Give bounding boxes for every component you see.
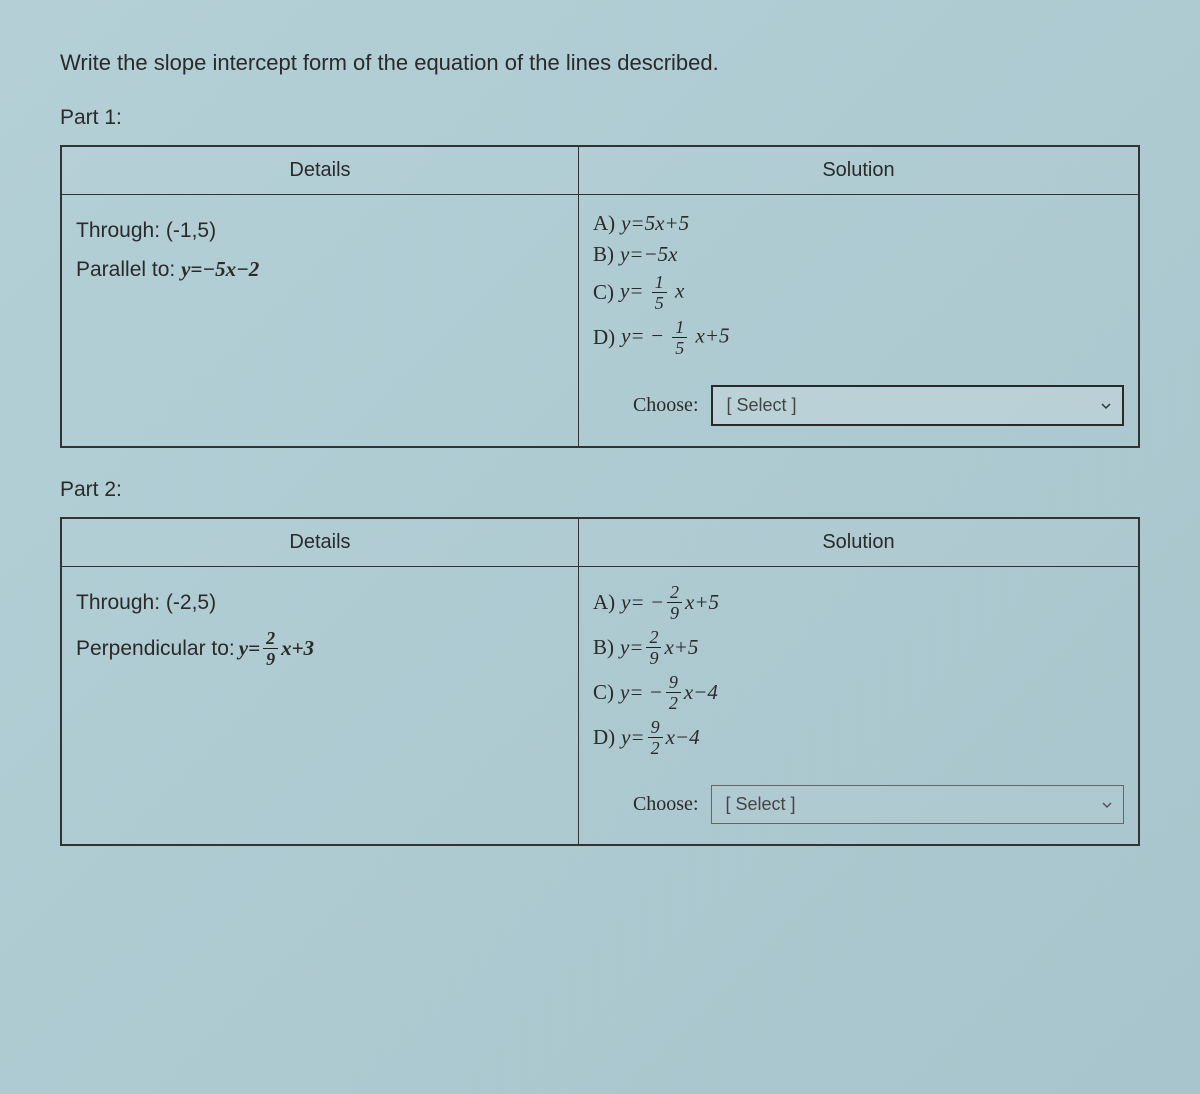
part2-answer-select[interactable]: [ Select ] — [711, 785, 1125, 824]
part2-opt-a-prefix: y= − — [621, 590, 664, 615]
part2-details-cell: Through: (-2,5) Perpendicular to: y= 29 … — [61, 567, 578, 846]
part1-option-c: C) y= 15 x — [593, 273, 1124, 312]
part1-relation-eq-rest: −5x−2 — [202, 257, 259, 281]
part1-opt-d-den: 5 — [672, 338, 687, 357]
part2-opt-c-num: 9 — [666, 673, 681, 693]
chevron-down-icon — [1100, 400, 1112, 412]
part1-dropdown-text: [ Select ] — [727, 395, 797, 415]
part2-opt-d-num: 9 — [648, 718, 663, 738]
fraction-icon: 29 — [646, 628, 661, 667]
part2-opt-b-prefix: y= — [620, 635, 644, 660]
part1-through-point: (-1,5) — [166, 219, 216, 242]
part1-opt-d-prefix: y= − — [621, 323, 664, 347]
part1-opt-c-after: x — [675, 278, 684, 302]
part1-through-label: Through: — [76, 219, 160, 242]
part2-choose-label: Choose: — [633, 793, 699, 816]
part1-details-cell: Through: (-1,5) Parallel to: y=−5x−2 — [61, 195, 578, 448]
part2-opt-a-num: 2 — [667, 583, 682, 603]
part2-opt-d-den: 2 — [648, 738, 663, 757]
part2-opt-a-after: x+5 — [685, 590, 719, 615]
part2-opt-d-after: x−4 — [666, 725, 700, 750]
part2-table: Details Solution Through: (-2,5) Perpend… — [60, 517, 1140, 846]
part2-option-c-label: C) — [593, 680, 614, 705]
part2-option-a-label: A) — [593, 590, 615, 615]
part2-opt-d-prefix: y= — [621, 725, 645, 750]
part2-header-solution: Solution — [578, 518, 1139, 567]
part2-through-label: Through: — [76, 591, 160, 614]
part1-choose-label: Choose: — [633, 394, 699, 417]
part1-option-a-label: A) — [593, 211, 615, 236]
part2-option-d: D) y= 92 x−4 — [593, 718, 1124, 757]
instruction-text: Write the slope intercept form of the eq… — [60, 50, 1140, 76]
part2-relation-prefix: y= — [239, 636, 260, 661]
part1-relation-label: Parallel to: — [76, 258, 175, 281]
part2-relation-num: 2 — [263, 629, 278, 649]
part2-dropdown-text: [ Select ] — [726, 794, 796, 814]
part2-relation-label: Perpendicular to: — [76, 637, 235, 661]
part2-opt-c-den: 2 — [666, 693, 681, 712]
part1-opt-a-prefix: y= — [621, 211, 645, 235]
fraction-icon: 92 — [666, 673, 681, 712]
part2-option-a: A) y= − 29 x+5 — [593, 583, 1124, 622]
part1-opt-c-prefix: y= — [620, 278, 644, 302]
part2-solution-cell: A) y= − 29 x+5 B) y= 29 x+5 C) y= − — [578, 567, 1139, 846]
part1-option-d-label: D) — [593, 325, 615, 350]
fraction-icon: 92 — [648, 718, 663, 757]
part2-option-b-label: B) — [593, 635, 614, 660]
part2-opt-a-den: 9 — [667, 603, 682, 622]
part1-option-b: B) y=−5x — [593, 242, 1124, 267]
part1-table: Details Solution Through: (-1,5) Paralle… — [60, 145, 1140, 448]
part1-opt-d-after: x+5 — [696, 323, 730, 347]
fraction-icon: 29 — [263, 629, 278, 668]
fraction-icon: 29 — [667, 583, 682, 622]
part1-label: Part 1: — [60, 106, 1140, 130]
part1-opt-c-den: 5 — [652, 293, 667, 312]
part2-opt-b-den: 9 — [646, 648, 661, 667]
part2-opt-c-prefix: y= − — [620, 680, 663, 705]
part2-header-details: Details — [61, 518, 578, 567]
part1-option-a: A) y=5x+5 — [593, 211, 1124, 236]
part2-option-d-label: D) — [593, 725, 615, 750]
part2-opt-b-num: 2 — [646, 628, 661, 648]
part2-label: Part 2: — [60, 478, 1140, 502]
chevron-down-icon — [1101, 799, 1113, 811]
part1-opt-c-num: 1 — [652, 273, 667, 293]
part1-opt-b-prefix: y= — [620, 242, 644, 266]
part1-opt-b-rest: −5x — [643, 242, 677, 266]
fraction-icon: 15 — [672, 318, 687, 357]
part1-answer-select[interactable]: [ Select ] — [711, 385, 1125, 426]
fraction-icon: 15 — [652, 273, 667, 312]
part2-option-b: B) y= 29 x+5 — [593, 628, 1124, 667]
part1-option-d: D) y= − 15 x+5 — [593, 318, 1124, 357]
part1-opt-a-rest: 5x+5 — [645, 211, 690, 235]
part1-option-b-label: B) — [593, 242, 614, 267]
part1-solution-cell: A) y=5x+5 B) y=−5x C) y= 15 x D) y= − 15 — [578, 195, 1139, 448]
part1-option-c-label: C) — [593, 280, 614, 305]
part2-opt-b-after: x+5 — [664, 635, 698, 660]
part1-header-details: Details — [61, 146, 578, 195]
part2-option-c: C) y= − 92 x−4 — [593, 673, 1124, 712]
part2-through-point: (-2,5) — [166, 591, 216, 614]
part1-opt-d-num: 1 — [672, 318, 687, 338]
part2-relation-after: x+3 — [281, 636, 314, 661]
part2-relation-den: 9 — [263, 649, 278, 668]
part1-header-solution: Solution — [578, 146, 1139, 195]
part1-relation-eq-prefix: y= — [181, 257, 202, 281]
part2-opt-c-after: x−4 — [684, 680, 718, 705]
